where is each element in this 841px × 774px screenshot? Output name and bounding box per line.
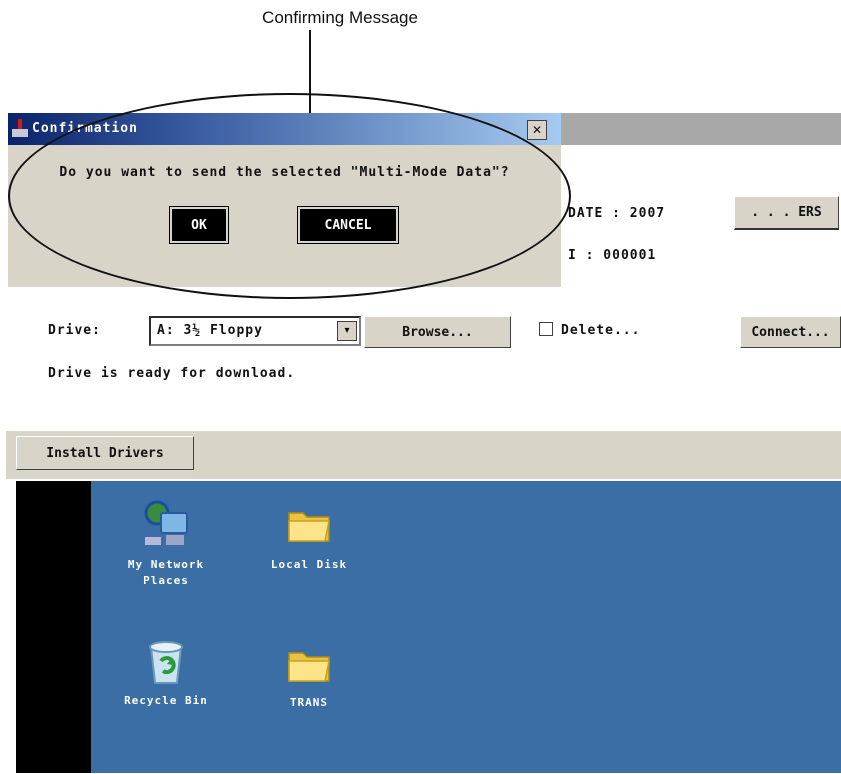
network-places-icon	[144, 500, 188, 545]
desktop-icon-recycle-bin[interactable]: Recycle Bin	[111, 635, 221, 709]
desktop-icon-label: Places	[143, 574, 189, 587]
desktop-icon-label: Recycle Bin	[124, 694, 208, 707]
dialog-titlebar: Confirmation ✕	[8, 113, 561, 145]
desktop-icon-label: TRANS	[289, 696, 329, 709]
desktop-icon-my-network[interactable]: My Network Places	[111, 497, 221, 589]
desktop-area: My Network Places Local Disk Recycle Bin	[16, 481, 841, 773]
connect-button[interactable]: Connect...	[740, 316, 841, 348]
drive-select[interactable]: A: 3½ Floppy ▾	[149, 316, 361, 346]
dialog-title: Confirmation	[32, 121, 138, 136]
top-right-button[interactable]: . . . ERS	[734, 196, 839, 230]
close-icon[interactable]: ✕	[527, 120, 547, 140]
callout-title: Confirming Message	[262, 8, 418, 27]
drive-label: Drive:	[48, 323, 101, 338]
id-field-label: I : 000001	[568, 248, 657, 263]
install-drivers-button[interactable]: Install Drivers	[16, 436, 194, 470]
delete-checkbox-label: Delete...	[561, 323, 641, 338]
desktop-icon-label: My Network	[127, 558, 205, 571]
recycle-bin-icon	[149, 641, 183, 684]
cancel-button[interactable]: CANCEL	[297, 206, 399, 244]
folder-icon	[288, 652, 330, 682]
desktop-icon-trans[interactable]: TRANS	[254, 643, 364, 711]
drive-status-text: Drive is ready for download.	[48, 366, 296, 381]
ok-button[interactable]: OK	[169, 206, 229, 244]
browse-button[interactable]: Browse...	[364, 316, 511, 348]
window-titlebar	[561, 113, 841, 145]
confirmation-dialog: Confirmation ✕ Do you want to send the s…	[8, 113, 561, 287]
dialog-message: Do you want to send the selected "Multi-…	[59, 165, 510, 180]
desktop-icon-local-disk[interactable]: Local Disk	[254, 503, 364, 573]
chevron-down-icon[interactable]: ▾	[337, 321, 357, 341]
delete-checkbox[interactable]	[539, 322, 553, 336]
drive-select-value: A: 3½ Floppy	[157, 323, 263, 338]
app-icon	[12, 119, 28, 137]
desktop-left-bar	[16, 481, 91, 773]
date-field-label: DATE : 2007	[568, 206, 666, 221]
desktop-icon-label: Local Disk	[270, 558, 348, 571]
folder-icon	[288, 512, 330, 542]
